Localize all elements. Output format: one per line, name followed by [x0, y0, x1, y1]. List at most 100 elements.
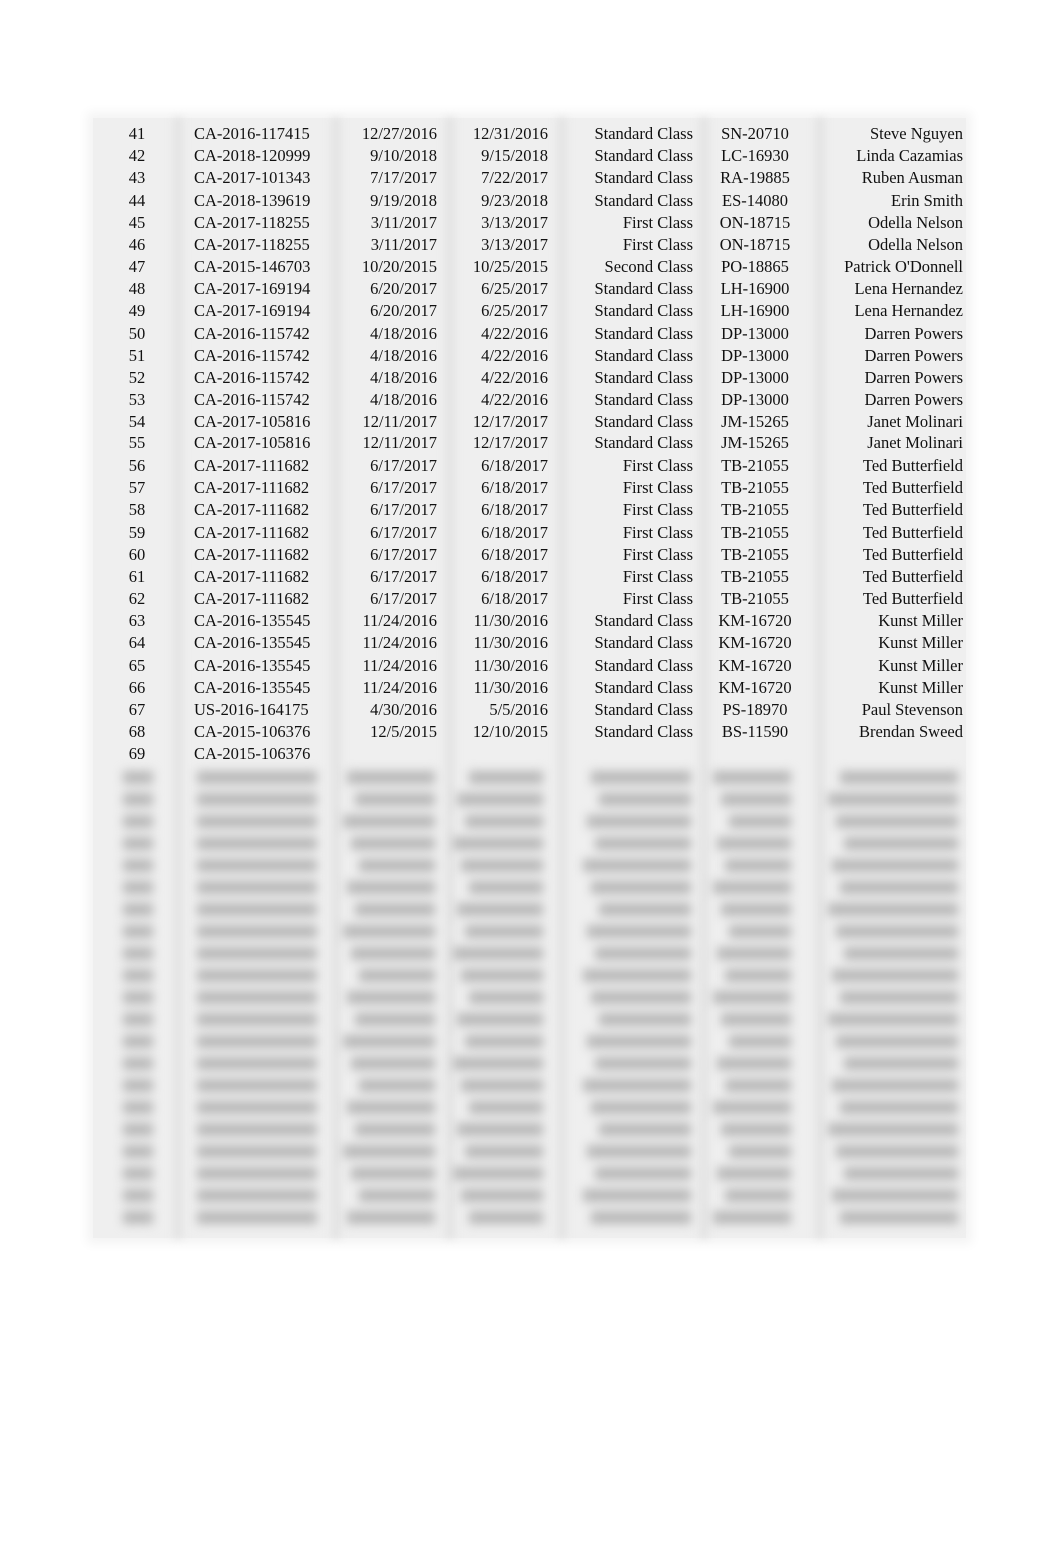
blurred-cell: [197, 1079, 317, 1092]
order-date: 12/27/2016: [361, 124, 437, 143]
customer-name: Kunst Miller: [878, 678, 963, 697]
customer-id: DP-13000: [721, 390, 789, 409]
row-number: 51: [128, 346, 146, 365]
customer-name: Janet Molinari: [867, 412, 963, 431]
ship-date: 6/25/2017: [481, 301, 548, 320]
blurred-cell: [599, 793, 691, 806]
table-row: 54 CA-2017-105816 12/11/2017 12/17/2017 …: [93, 411, 966, 433]
blurred-cell: [197, 837, 317, 850]
blurred-cell: [717, 947, 791, 960]
blurred-row: [93, 1162, 966, 1184]
blurred-cell: [197, 815, 317, 828]
customer-id: LH-16900: [720, 301, 790, 320]
ship-date: 3/13/2017: [481, 213, 548, 232]
blurred-cell: [123, 969, 153, 982]
ship-date: 11/30/2016: [473, 678, 548, 697]
ship-mode: Standard Class: [594, 368, 693, 387]
ship-date: 4/22/2016: [481, 324, 548, 343]
row-number: 59: [128, 523, 146, 542]
blurred-row: [93, 1184, 966, 1206]
ship-mode: First Class: [622, 478, 693, 497]
order-date: 12/11/2017: [362, 412, 437, 431]
blurred-cell: [343, 925, 435, 938]
order-id: CA-2017-105816: [194, 433, 311, 452]
blurred-cell: [197, 881, 317, 894]
ship-mode: Standard Class: [594, 433, 693, 452]
blurred-cell: [832, 969, 958, 982]
order-date: 11/24/2016: [362, 633, 437, 652]
table-row: 59 CA-2017-111682 6/17/2017 6/18/2017 Fi…: [93, 522, 966, 544]
blurred-cell: [197, 991, 317, 1004]
ship-date: 11/30/2016: [473, 611, 548, 630]
ship-mode: Standard Class: [594, 611, 693, 630]
blurred-cell: [713, 881, 791, 894]
order-id: CA-2016-135545: [194, 678, 311, 697]
ship-date: 6/18/2017: [481, 545, 548, 564]
table-row: 67 US-2016-164175 4/30/2016 5/5/2016 Sta…: [93, 699, 966, 721]
order-date: 4/18/2016: [370, 324, 437, 343]
blurred-cell: [197, 1167, 317, 1180]
blurred-cell: [453, 1057, 543, 1070]
customer-name: Ruben Ausman: [861, 168, 963, 187]
ship-date: 7/22/2017: [481, 168, 548, 187]
blurred-cell: [197, 903, 317, 916]
blurred-row: [93, 920, 966, 942]
ship-date: 6/18/2017: [481, 500, 548, 519]
order-date: 4/18/2016: [370, 346, 437, 365]
row-number: 43: [128, 168, 146, 187]
blurred-cell: [469, 771, 543, 784]
blurred-cell: [828, 1013, 958, 1026]
blurred-cell: [123, 881, 153, 894]
order-id: CA-2016-117415: [194, 124, 310, 143]
blurred-cell: [729, 815, 791, 828]
blurred-cell: [197, 925, 317, 938]
order-id: CA-2017-105816: [194, 412, 311, 431]
order-id: CA-2017-169194: [194, 279, 311, 298]
ship-date: 4/22/2016: [481, 390, 548, 409]
blurred-row: [93, 766, 966, 788]
blurred-cell: [347, 771, 435, 784]
ship-date: 4/22/2016: [481, 346, 548, 365]
customer-name: Lena Hernandez: [854, 279, 963, 298]
ship-mode: Standard Class: [594, 279, 693, 298]
blurred-cell: [840, 771, 958, 784]
blurred-cell: [123, 1101, 153, 1114]
ship-mode: Standard Class: [594, 324, 693, 343]
blurred-cell: [832, 859, 958, 872]
blurred-cell: [840, 1101, 958, 1114]
customer-name: Steve Nguyen: [869, 124, 963, 143]
blurred-cell: [359, 1079, 435, 1092]
blurred-cell: [197, 771, 317, 784]
blurred-cell: [197, 1123, 317, 1136]
blurred-cell: [123, 1035, 153, 1048]
order-date: 3/11/2017: [370, 235, 437, 254]
blurred-cell: [717, 837, 791, 850]
order-id: CA-2017-118255: [194, 235, 310, 254]
blurred-cell: [587, 925, 691, 938]
blurred-cell: [840, 881, 958, 894]
blurred-cell: [832, 1079, 958, 1092]
ship-mode: Standard Class: [594, 390, 693, 409]
blurred-cell: [599, 1013, 691, 1026]
blurred-cell: [123, 1013, 153, 1026]
row-number: 50: [128, 324, 146, 343]
blurred-row: [93, 986, 966, 1008]
blurred-row: [93, 1008, 966, 1030]
ship-date: 6/18/2017: [481, 456, 548, 475]
customer-id: LC-16930: [721, 146, 789, 165]
blurred-cell: [828, 1123, 958, 1136]
customer-id: JM-15265: [721, 433, 789, 452]
row-number: 41: [128, 124, 146, 143]
customer-id: TB-21055: [721, 456, 789, 475]
row-number: 49: [128, 301, 146, 320]
customer-name: Lena Hernandez: [854, 301, 963, 320]
table-row: 52 CA-2016-115742 4/18/2016 4/22/2016 St…: [93, 367, 966, 389]
ship-mode: Standard Class: [594, 346, 693, 365]
blurred-cell: [725, 969, 791, 982]
blurred-cell: [197, 969, 317, 982]
table-row: 42 CA-2018-120999 9/10/2018 9/15/2018 St…: [93, 145, 966, 167]
customer-id: PO-18865: [721, 257, 789, 276]
blurred-cell: [343, 815, 435, 828]
blurred-cell: [595, 947, 691, 960]
blurred-cell: [828, 793, 958, 806]
